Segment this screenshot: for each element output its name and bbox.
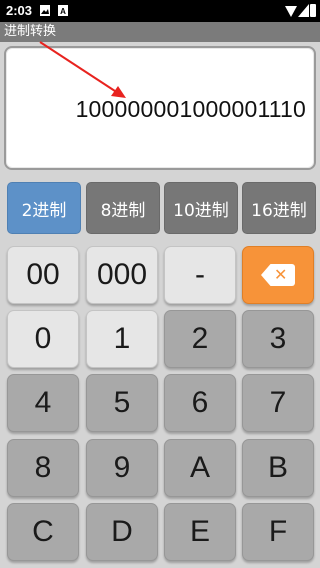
result-display: 100000001000001110 [4, 46, 316, 170]
key-b[interactable]: B [242, 439, 314, 497]
key-f[interactable]: F [242, 503, 314, 561]
key-5[interactable]: 5 [86, 374, 158, 432]
key-7[interactable]: 7 [242, 374, 314, 432]
key-minus[interactable]: - [164, 246, 236, 304]
tab-octal[interactable]: 8进制 [86, 182, 160, 234]
status-bar: 2:03 A [0, 0, 320, 22]
base-tab-row: 2进制 8进制 10进制 16进制 [0, 180, 320, 236]
key-c[interactable]: C [7, 503, 79, 561]
svg-text:A: A [60, 7, 66, 16]
signal-icon [298, 4, 309, 17]
tab-hexadecimal[interactable]: 16进制 [242, 182, 316, 234]
tab-decimal[interactable]: 10进制 [164, 182, 238, 234]
key-3[interactable]: 3 [242, 310, 314, 368]
a-icon: A [58, 5, 68, 16]
key-6[interactable]: 6 [164, 374, 236, 432]
key-0[interactable]: 0 [7, 310, 79, 368]
key-8[interactable]: 8 [7, 439, 79, 497]
key-e[interactable]: E [164, 503, 236, 561]
app-title: 进制转换 [0, 22, 320, 42]
wifi-icon [285, 6, 297, 17]
battery-icon [310, 4, 316, 17]
key-a[interactable]: A [164, 439, 236, 497]
key-00[interactable]: 00 [7, 246, 79, 304]
tab-binary[interactable]: 2进制 [7, 182, 81, 234]
key-9[interactable]: 9 [86, 439, 158, 497]
key-2[interactable]: 2 [164, 310, 236, 368]
backspace-icon: ✕ [261, 264, 295, 286]
display-value: 100000001000001110 [75, 96, 306, 122]
key-000[interactable]: 000 [86, 246, 158, 304]
image-icon [40, 5, 50, 16]
key-d[interactable]: D [86, 503, 158, 561]
key-1[interactable]: 1 [86, 310, 158, 368]
key-4[interactable]: 4 [7, 374, 79, 432]
backspace-button[interactable]: ✕ [242, 246, 314, 304]
status-time: 2:03 [6, 3, 33, 18]
